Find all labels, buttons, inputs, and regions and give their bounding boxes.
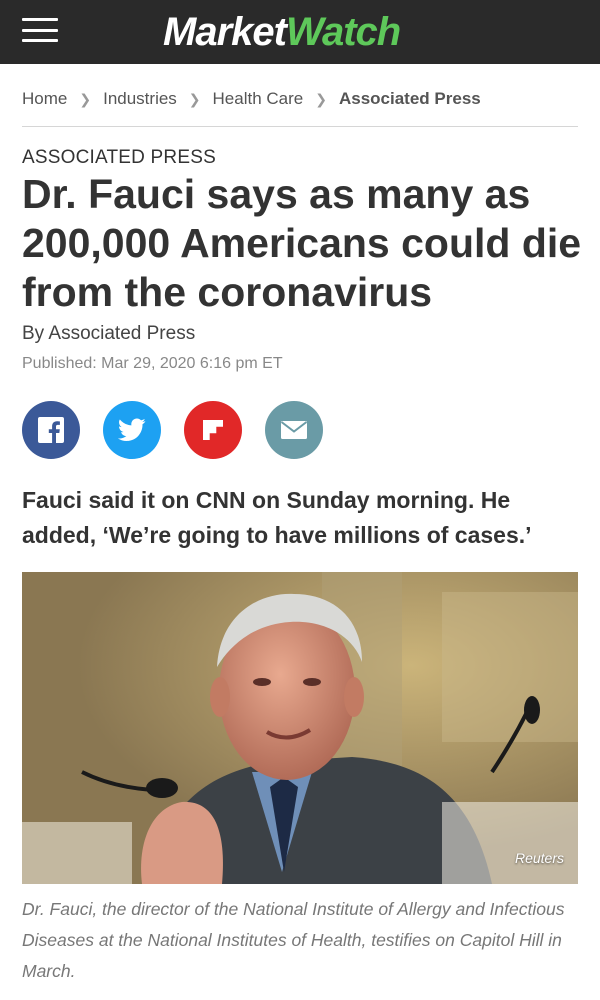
marketwatch-logo[interactable]: Market Watch bbox=[163, 4, 401, 60]
article-byline[interactable]: By Associated Press bbox=[22, 323, 195, 345]
breadcrumb: Home ❯ Industries ❯ Health Care ❯ Associ… bbox=[22, 86, 578, 112]
fauci-photo-illustration bbox=[22, 572, 578, 884]
twitter-icon bbox=[118, 418, 146, 441]
logo-watch-text: Watch bbox=[285, 9, 401, 54]
email-icon bbox=[280, 421, 308, 439]
top-bar: Market Watch bbox=[0, 0, 600, 64]
share-facebook-button[interactable] bbox=[22, 401, 80, 459]
photo-caption: Dr. Fauci, the director of the National … bbox=[22, 899, 565, 981]
logo-market-text: Market bbox=[163, 9, 287, 54]
chevron-right-icon: ❯ bbox=[79, 90, 92, 107]
breadcrumb-health-care[interactable]: Health Care bbox=[213, 89, 304, 109]
article-published-date: Published: Mar 29, 2020 6:16 pm ET bbox=[22, 355, 283, 372]
article-kicker[interactable]: ASSOCIATED PRESS bbox=[22, 147, 216, 169]
chevron-right-icon: ❯ bbox=[315, 90, 327, 107]
chevron-right-icon: ❯ bbox=[188, 90, 201, 107]
breadcrumb-divider bbox=[22, 126, 578, 127]
share-twitter-button[interactable] bbox=[103, 401, 161, 459]
share-email-button[interactable] bbox=[265, 401, 323, 459]
breadcrumb-home[interactable]: Home bbox=[22, 89, 67, 109]
article-photo: Reuters bbox=[22, 572, 578, 884]
hamburger-menu-icon[interactable] bbox=[22, 15, 58, 45]
facebook-icon bbox=[38, 417, 64, 443]
photo-credit: Reuters bbox=[514, 850, 564, 866]
article-headline: Dr. Fauci says as many as 200,000 Americ… bbox=[22, 171, 582, 315]
article-dek: Fauci said it on CNN on Sunday morning. … bbox=[22, 487, 532, 548]
breadcrumb-associated-press[interactable]: Associated Press bbox=[339, 89, 481, 109]
breadcrumb-industries[interactable]: Industries bbox=[103, 89, 177, 109]
share-flipboard-button[interactable] bbox=[184, 401, 242, 459]
flipboard-icon bbox=[203, 420, 223, 440]
